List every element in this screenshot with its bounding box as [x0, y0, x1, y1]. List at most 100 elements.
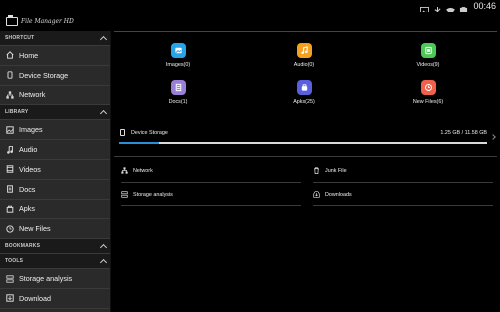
sidebar-item-home[interactable]: Home: [0, 46, 110, 66]
storage-analysis-icon: [121, 191, 128, 198]
trash-icon: [313, 167, 320, 174]
tool-network[interactable]: Network: [121, 167, 153, 174]
chevron-up-icon: [99, 243, 108, 251]
sidebar-item-label: Videos: [19, 164, 41, 174]
sidebar-item-label: Device Storage: [19, 70, 69, 80]
section-label: BOOKMARKS: [5, 243, 41, 250]
category-tile: [170, 80, 186, 95]
chevron-up-icon: [99, 109, 108, 117]
category-tile: [296, 43, 312, 58]
section-header-tools[interactable]: TOOLS: [0, 254, 110, 270]
category-label: Images(0): [165, 62, 191, 68]
sidebar-item-label: Download: [19, 293, 51, 303]
audio-icon: [6, 145, 14, 154]
section-label: SHORTCUT: [5, 35, 35, 41]
sidebar-item-label: New Files: [19, 224, 51, 234]
folder-logo-icon: [6, 15, 18, 26]
divider: [121, 182, 301, 183]
tool-junk-file[interactable]: Junk File: [313, 167, 347, 174]
apks-icon: [6, 205, 14, 213]
category-tile: [170, 43, 186, 58]
battery-icon: [459, 2, 468, 15]
videos-icon: [6, 165, 14, 174]
category-tile: [420, 43, 436, 58]
docs-icon: [6, 185, 14, 193]
tool-label: Junk File: [325, 167, 347, 174]
storage-usage-fill: [119, 142, 159, 144]
category-label: Apks(25): [293, 99, 315, 105]
category-videos[interactable]: Videos(9): [398, 43, 458, 68]
gallery-icon: [420, 2, 430, 15]
category-tile: [420, 80, 436, 95]
tool-downloads[interactable]: Downloads: [313, 191, 352, 198]
apks-icon: [301, 84, 307, 91]
tool-label: Storage analysis: [133, 191, 173, 198]
category-docs[interactable]: Docs(1): [148, 80, 208, 105]
divider: [313, 182, 493, 183]
network-icon: [121, 167, 128, 174]
sidebar-item-label: Docs: [19, 184, 36, 194]
docs-icon: [175, 83, 181, 92]
images-icon: [6, 126, 14, 134]
sidebar-item-audio[interactable]: Audio: [0, 140, 110, 160]
storage-analysis-icon: [6, 274, 14, 283]
images-icon: [174, 47, 182, 54]
app-title-bar: File Manager HD: [0, 12, 500, 31]
category-audio[interactable]: Audio(0): [274, 43, 334, 68]
category-label: Docs(1): [168, 99, 188, 105]
divider: [114, 156, 497, 157]
category-label: New Files(6): [412, 99, 444, 105]
audio-icon: [300, 46, 308, 55]
app-title: File Manager HD: [21, 18, 74, 25]
section-header-shortcut[interactable]: SHORTCUT: [0, 31, 110, 46]
divider: [121, 205, 301, 206]
device-storage-icon: [6, 71, 14, 79]
download-icon: [6, 294, 14, 303]
network-icon: [6, 91, 14, 99]
sidebar-item-label: Apks: [19, 204, 35, 214]
chevron-up-icon: [99, 35, 108, 43]
sidebar-item-label: Images: [19, 125, 43, 135]
device-storage-card[interactable]: Device Storage 1.25 GB / 11.58 GB: [116, 125, 490, 149]
download-icon: [313, 191, 320, 198]
main-content: Images(0) Audio(0) Videos(9) Docs(1) Apk…: [111, 31, 500, 312]
videos-icon: [424, 46, 432, 55]
status-bar: 00:46: [0, 0, 500, 15]
new-files-icon: [424, 84, 432, 91]
section-header-bookmarks[interactable]: BOOKMARKS: [0, 239, 110, 255]
storage-name: Device Storage: [131, 130, 168, 136]
usb-icon: [433, 2, 442, 15]
sidebar-item-apks[interactable]: Apks: [0, 200, 110, 220]
category-apks[interactable]: Apks(25): [274, 80, 334, 105]
new-files-icon: [6, 225, 14, 233]
status-time: 00:46: [473, 1, 496, 11]
tool-storage-analysis[interactable]: Storage analysis: [121, 191, 173, 198]
category-label: Audio(0): [293, 62, 315, 68]
category-new-files[interactable]: New Files(6): [398, 80, 458, 105]
category-images[interactable]: Images(0): [148, 43, 208, 68]
sidebar-item-storage-analysis[interactable]: Storage analysis: [0, 269, 110, 289]
top-divider: [114, 31, 497, 32]
section-header-library[interactable]: LIBRARY: [0, 105, 110, 121]
sidebar-item-label: Network: [19, 90, 46, 100]
home-icon: [6, 51, 14, 60]
chevron-right-icon[interactable]: [490, 134, 496, 140]
divider: [313, 205, 493, 206]
sidebar-item-download[interactable]: Download: [0, 289, 110, 309]
chevron-up-icon: [99, 258, 108, 266]
sidebar-item-new-files[interactable]: New Files: [0, 219, 110, 240]
wifi-icon: [446, 2, 456, 15]
section-label: LIBRARY: [5, 109, 29, 116]
sidebar-item-docs[interactable]: Docs: [0, 180, 110, 200]
sidebar-item-images[interactable]: Images: [0, 120, 110, 141]
sidebar-item-videos[interactable]: Videos: [0, 160, 110, 180]
navigation-drawer: SHORTCUT Home Device Storage Network LIB…: [0, 31, 111, 312]
sidebar-item-label: Audio: [19, 145, 38, 155]
category-tile: [296, 80, 312, 95]
category-label: Videos(9): [416, 62, 440, 68]
sidebar-item-network[interactable]: Network: [0, 86, 110, 106]
sidebar-item-device-storage[interactable]: Device Storage: [0, 66, 110, 86]
storage-size: 1.25 GB / 11.58 GB: [440, 130, 487, 136]
sidebar-item-label: Storage analysis: [19, 274, 73, 284]
tool-label: Network: [133, 167, 153, 174]
